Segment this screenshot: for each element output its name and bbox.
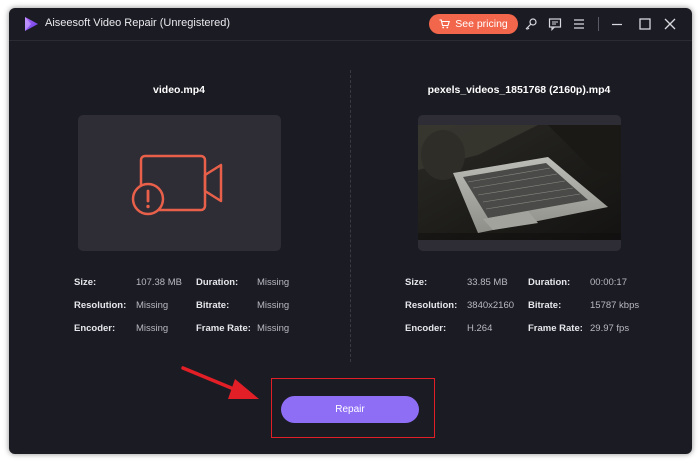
sample-video-thumbnail[interactable] xyxy=(418,115,621,251)
app-logo-icon xyxy=(25,17,38,31)
minimize-icon[interactable] xyxy=(607,14,627,34)
video-error-icon xyxy=(131,154,223,216)
encoder-label: Encoder: xyxy=(405,323,447,334)
frame-rate-label: Frame Rate: xyxy=(196,323,251,334)
resolution-value: Missing xyxy=(136,300,169,311)
title-bar: Aiseesoft Video Repair (Unregistered) Se… xyxy=(9,8,692,41)
resolution-value: 3840x2160 xyxy=(467,300,515,311)
panel-divider xyxy=(350,70,351,362)
frame-rate-value: 29.97 fps xyxy=(590,323,630,334)
laptop-photo xyxy=(418,115,621,251)
duration-value: 00:00:17 xyxy=(590,277,627,288)
cart-icon xyxy=(439,19,451,29)
maximize-icon[interactable] xyxy=(635,14,655,34)
size-label: Size: xyxy=(74,277,97,288)
bitrate-label: Bitrate: xyxy=(528,300,562,311)
see-pricing-label: See pricing xyxy=(455,18,508,30)
broken-video-filename: video.mp4 xyxy=(153,84,205,96)
resolution-label: Resolution: xyxy=(74,300,127,311)
resolution-label: Resolution: xyxy=(405,300,458,311)
bitrate-label: Bitrate: xyxy=(196,300,230,311)
encoder-label: Encoder: xyxy=(74,323,116,334)
broken-video-thumbnail[interactable] xyxy=(78,115,281,251)
app-title: Aiseesoft Video Repair (Unregistered) xyxy=(45,17,231,29)
duration-label: Duration: xyxy=(196,277,239,288)
sample-video-filename: pexels_videos_1851768 (2160p).mp4 xyxy=(427,84,611,96)
size-label: Size: xyxy=(405,277,428,288)
encoder-value: Missing xyxy=(136,323,169,334)
see-pricing-button[interactable]: See pricing xyxy=(429,14,518,34)
repair-button-label: Repair xyxy=(335,404,365,415)
duration-label: Duration: xyxy=(528,277,571,288)
key-icon[interactable] xyxy=(521,14,541,34)
size-value: 33.85 MB xyxy=(467,277,508,288)
frame-rate-value: Missing xyxy=(257,323,290,334)
size-value: 107.38 MB xyxy=(136,277,182,288)
duration-value: Missing xyxy=(257,277,290,288)
feedback-icon[interactable] xyxy=(545,14,565,34)
app-window: Aiseesoft Video Repair (Unregistered) Se… xyxy=(9,8,692,454)
encoder-value: H.264 xyxy=(467,323,493,334)
close-icon[interactable] xyxy=(660,14,680,34)
repair-button[interactable]: Repair xyxy=(281,396,419,423)
menu-icon[interactable] xyxy=(569,14,589,34)
frame-rate-label: Frame Rate: xyxy=(528,323,583,334)
bitrate-value: 15787 kbps xyxy=(590,300,640,311)
red-arrow-icon xyxy=(181,366,259,399)
bitrate-value: Missing xyxy=(257,300,290,311)
title-bar-separator xyxy=(598,17,599,31)
